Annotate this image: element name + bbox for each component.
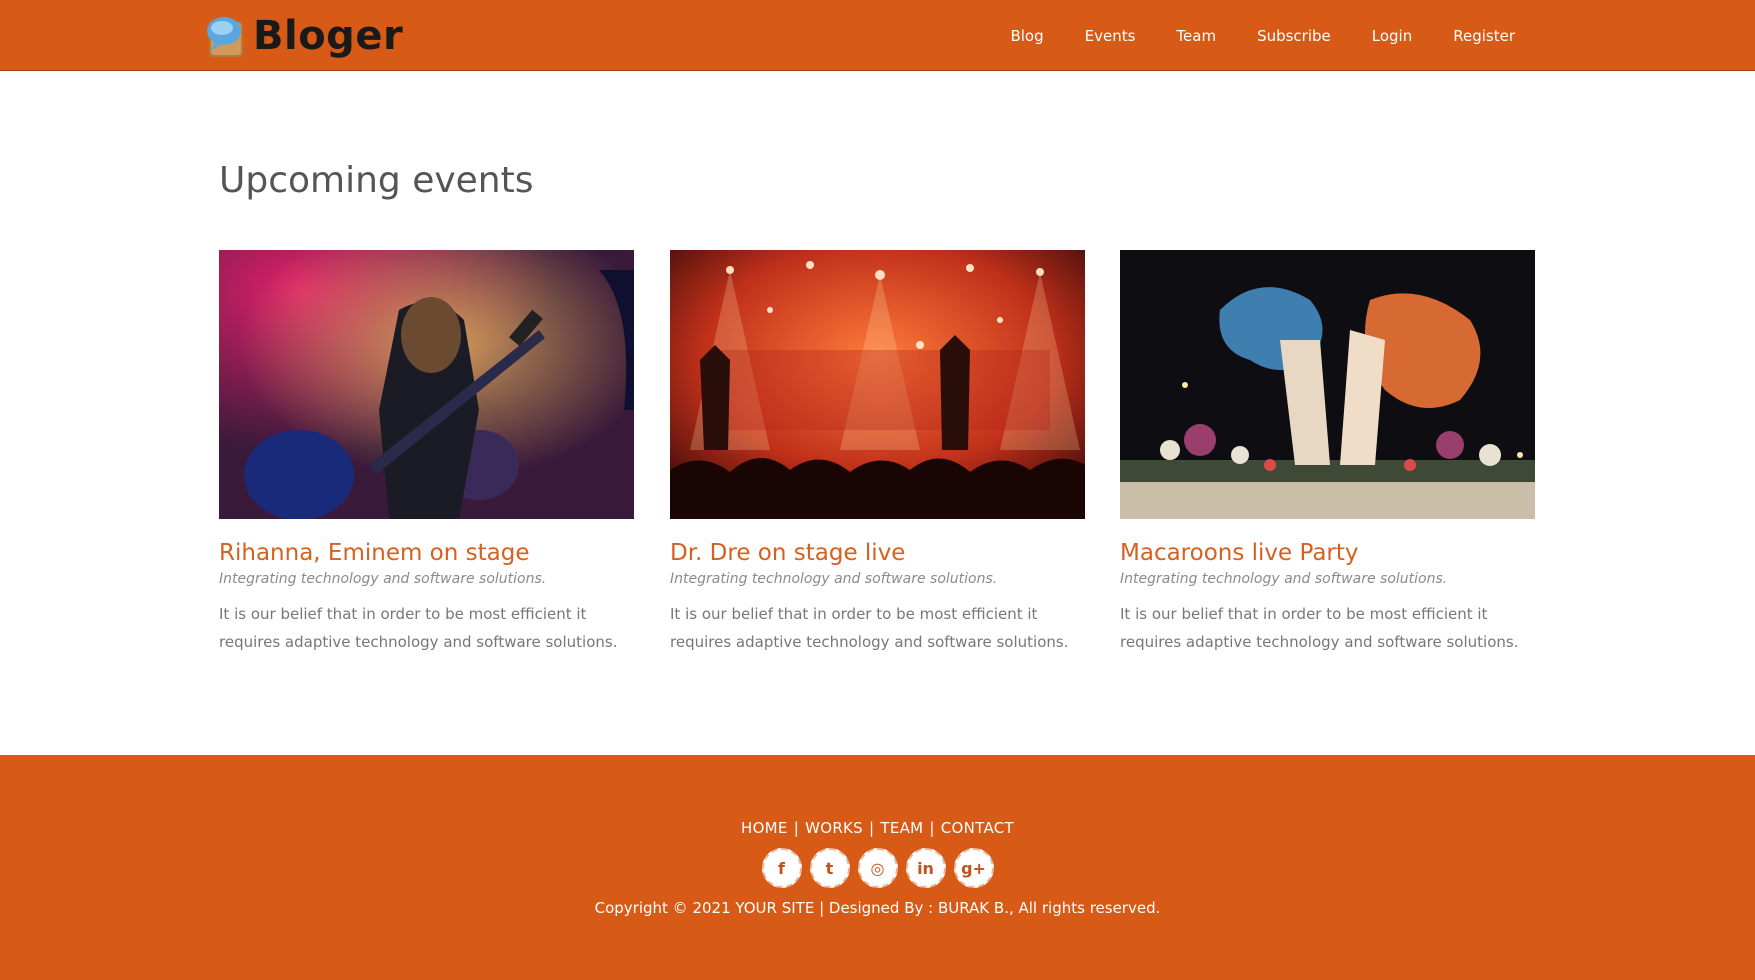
copyright-text: Copyright © 2021 YOUR SITE | Designed By… xyxy=(594,899,1161,917)
chat-bubble-logo-icon xyxy=(205,13,247,59)
event-subtitle: Integrating technology and software solu… xyxy=(1120,571,1448,587)
footer-link-team[interactable]: TEAM xyxy=(880,819,923,837)
event-subtitle: Integrating technology and software solu… xyxy=(219,571,547,587)
footer-link-works[interactable]: WORKS xyxy=(805,819,863,837)
footer-link-home[interactable]: HOME xyxy=(741,819,788,837)
footer-separator: | xyxy=(793,819,800,837)
event-card: Dr. Dre on stage live Integrating techno… xyxy=(670,250,1085,656)
event-image-concert[interactable] xyxy=(670,250,1085,519)
footer-nav: HOME | WORKS | TEAM | CONTACT xyxy=(0,819,1755,837)
event-card: Macaroons live Party Integrating technol… xyxy=(1120,250,1535,656)
footer: HOME | WORKS | TEAM | CONTACT f t ◎ in g+ Copy… xyxy=(0,755,1755,980)
nav-team[interactable]: Team xyxy=(1176,27,1216,45)
event-title[interactable]: Rihanna, Eminem on stage xyxy=(219,540,634,566)
google-plus-icon[interactable]: g+ xyxy=(953,848,994,888)
nav-register[interactable]: Register xyxy=(1453,27,1515,45)
footer-separator: | xyxy=(929,819,935,837)
linkedin-icon[interactable]: in xyxy=(905,848,946,888)
event-description: It is our belief that in order to be mos… xyxy=(670,605,1069,651)
event-title[interactable]: Dr. Dre on stage live xyxy=(670,540,1085,566)
nav-subscribe[interactable]: Subscribe xyxy=(1257,27,1331,45)
twitter-icon[interactable]: t xyxy=(809,848,850,888)
logo-text: Bloger xyxy=(253,13,404,59)
event-description: It is our belief that in order to be mos… xyxy=(1120,605,1519,651)
nav-blog[interactable]: Blog xyxy=(1010,27,1043,45)
event-title[interactable]: Macaroons live Party xyxy=(1120,540,1535,566)
section-title: Upcoming events xyxy=(219,160,534,201)
event-card: Rihanna, Eminem on stage Integrating tec… xyxy=(219,250,634,656)
event-description: It is our belief that in order to be mos… xyxy=(219,605,618,651)
social-links: f t ◎ in g+ xyxy=(0,848,1755,888)
footer-link-contact[interactable]: CONTACT xyxy=(941,819,1014,837)
nav-events[interactable]: Events xyxy=(1085,27,1136,45)
event-image-guitarist[interactable] xyxy=(219,250,634,519)
dribbble-icon[interactable]: ◎ xyxy=(857,848,898,888)
footer-separator: | xyxy=(869,819,875,837)
facebook-icon[interactable]: f xyxy=(761,848,802,888)
nav-login[interactable]: Login xyxy=(1372,27,1412,45)
site-logo[interactable]: Bloger xyxy=(205,11,403,61)
main-nav: Blog Events Team Subscribe Login Registe… xyxy=(969,0,1515,71)
navbar: Bloger Blog Events Team Subscribe Login … xyxy=(0,0,1755,71)
event-subtitle: Integrating technology and software solu… xyxy=(670,571,998,587)
event-image-sculpture[interactable] xyxy=(1120,250,1535,519)
